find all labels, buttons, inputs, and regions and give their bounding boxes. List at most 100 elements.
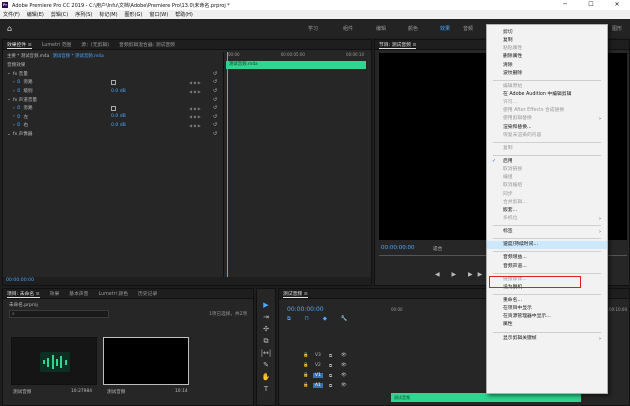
- context-menu-item[interactable]: 启用 ✓: [487, 158, 607, 166]
- track-lock-icon[interactable]: 🔒: [303, 373, 308, 378]
- home-icon[interactable]: ⌂: [7, 24, 12, 33]
- stopwatch-icon[interactable]: ⏱: [17, 105, 21, 111]
- project-search-input[interactable]: ⌕: [9, 310, 109, 318]
- workspace-color[interactable]: 颜色: [408, 25, 418, 32]
- tool-4-icon[interactable]: |↔|: [257, 349, 275, 361]
- timeline-track[interactable]: 🔒 V3 ⧉ 👁: [279, 353, 389, 363]
- program-timecode[interactable]: 00:00:00:00: [381, 245, 415, 251]
- tab-timeline-sequence[interactable]: 测试音频 ≡: [283, 290, 308, 298]
- expand-chevron-icon[interactable]: ›: [13, 89, 15, 94]
- context-menu-item[interactable]: 嵌套...: [487, 207, 607, 215]
- effect-row[interactable]: › ⏱ 旁路 ◀ ◆ ▶ ↺: [3, 104, 221, 113]
- project-item-sequence[interactable]: [103, 337, 189, 385]
- tab-source[interactable]: 源：(无剪辑): [81, 41, 109, 48]
- tab-program[interactable]: 节目: 测试音频 ≡: [379, 41, 417, 49]
- context-menu-item[interactable]: 在 Adobe Audition 中编辑剪辑: [487, 91, 607, 99]
- stopwatch-icon[interactable]: ⏱: [17, 122, 21, 128]
- menu-file[interactable]: 文件(F): [3, 11, 20, 18]
- context-menu-item[interactable]: 属性: [487, 321, 607, 329]
- tab-essential-sound[interactable]: 基本声音: [69, 290, 88, 297]
- reset-icon[interactable]: ↺: [213, 122, 217, 128]
- track-lock-icon[interactable]: 🔒: [303, 383, 308, 388]
- context-menu-item[interactable]: 渲染和替换...: [487, 124, 607, 132]
- effect-row[interactable]: › ⏱ 左 0.0 dB ◀ ◆ ▶ ↺: [3, 113, 221, 122]
- effect-controls-timecode[interactable]: 00:00:00:00: [3, 277, 371, 285]
- menu-window[interactable]: 窗口(W): [149, 11, 168, 18]
- timeline-toolbar-icons[interactable]: ⧉ ⊓ ◆ 🔧: [287, 316, 354, 323]
- track-name[interactable]: V1: [313, 373, 323, 378]
- tool-3-icon[interactable]: ⧉: [257, 337, 275, 349]
- workspace-graphics[interactable]: 图形: [612, 25, 622, 32]
- expand-chevron-icon[interactable]: ›: [13, 106, 15, 111]
- sequence-clip-label[interactable]: 测试音频 * 测试音频.m4a: [53, 53, 104, 59]
- track-eye-icon[interactable]: 👁: [341, 383, 347, 388]
- track-name[interactable]: V3: [313, 353, 323, 358]
- workspace-audio[interactable]: 音频: [463, 25, 473, 32]
- expand-chevron-icon[interactable]: ›: [13, 123, 15, 128]
- reset-icon[interactable]: ↺: [213, 79, 217, 85]
- bypass-checkbox[interactable]: [111, 105, 116, 111]
- context-menu-item[interactable]: 标签 ›: [487, 228, 607, 236]
- context-menu-item[interactable]: 显示剪辑关键帧 ›: [487, 335, 607, 343]
- menu-graphics[interactable]: 图形(G): [125, 11, 143, 18]
- context-menu-item[interactable]: 删除属性: [487, 53, 607, 61]
- effect-controls-timeline[interactable]: 00:00 00:00:05:00 00:00:10 测试音频.m4a: [223, 52, 368, 280]
- expand-chevron-icon[interactable]: ⌄: [7, 71, 11, 76]
- keyframe-nav-icon[interactable]: ◀ ◆ ▶: [189, 114, 201, 119]
- menu-edit[interactable]: 编辑(E): [27, 11, 44, 18]
- reset-icon[interactable]: ↺: [213, 105, 217, 111]
- stopwatch-icon[interactable]: ⏱: [17, 114, 21, 120]
- tab-project[interactable]: 项目: 未命名 ≡: [7, 290, 40, 298]
- keyframe-nav-icon[interactable]: ◀ ◆ ▶: [189, 80, 201, 85]
- tab-effects[interactable]: 效果: [50, 290, 60, 297]
- reset-icon[interactable]: ↺: [213, 114, 217, 120]
- context-menu-item[interactable]: 音频声道...: [487, 263, 607, 271]
- context-menu-item[interactable]: 波纹删除: [487, 70, 607, 78]
- minimize-button[interactable]: ─: [552, 0, 578, 10]
- menu-help[interactable]: 帮助(H): [175, 11, 193, 18]
- tab-effect-controls[interactable]: 效果控件 ≡: [7, 41, 32, 49]
- tool-0-icon[interactable]: ▶: [257, 301, 275, 313]
- keyframe-nav-icon[interactable]: ◀ ◆ ▶: [189, 106, 201, 111]
- context-menu-item[interactable]: 重命名...: [487, 297, 607, 305]
- track-sync-icon[interactable]: ⧉: [329, 353, 332, 359]
- reset-icon[interactable]: ↺: [213, 131, 217, 137]
- workspace-assembly[interactable]: 组件: [343, 25, 353, 32]
- timeline-audio-clip[interactable]: 测试音频: [391, 393, 581, 402]
- expand-chevron-icon[interactable]: ⌄: [7, 97, 11, 102]
- menu-markers[interactable]: 标记(M): [99, 11, 117, 18]
- effect-row[interactable]: › ⏱ 级别 0.0 dB ◀ ◆ ▶ ↺: [3, 87, 221, 96]
- effect-row[interactable]: › ⏱ 右 0.0 dB ◀ ◆ ▶ ↺: [3, 121, 221, 130]
- reset-icon[interactable]: ↺: [213, 88, 217, 94]
- tab-lumetri-color[interactable]: Lumetri 颜色: [98, 290, 128, 297]
- expand-chevron-icon[interactable]: ⌄: [7, 132, 11, 137]
- track-eye-icon[interactable]: 👁: [341, 353, 347, 358]
- effect-row[interactable]: ⌄ fx 声道音量 ↺: [3, 95, 221, 104]
- menu-sequence[interactable]: 序列(S): [75, 11, 92, 18]
- effect-row[interactable]: ⌄ fx 音量 ↺: [3, 70, 221, 79]
- timeline-track[interactable]: 🔒 A1 ⧉ 👁: [279, 383, 389, 393]
- timeline-timecode[interactable]: 00:00:00:00: [287, 306, 324, 313]
- context-menu-item[interactable]: 在资源管理器中显示...: [487, 313, 607, 321]
- context-menu-item[interactable]: 剪切: [487, 29, 607, 37]
- track-lock-icon[interactable]: 🔒: [303, 353, 308, 358]
- track-sync-icon[interactable]: ⧉: [329, 363, 332, 369]
- effect-row[interactable]: › ⏱ 旁路 ◀ ◆ ▶ ↺: [3, 78, 221, 87]
- track-eye-icon[interactable]: 👁: [341, 373, 347, 378]
- workspace-editing[interactable]: 编辑: [376, 25, 386, 32]
- reset-icon[interactable]: ↺: [213, 71, 217, 77]
- reset-icon[interactable]: ↺: [213, 97, 217, 103]
- bypass-checkbox[interactable]: [111, 79, 116, 85]
- track-sync-icon[interactable]: ⧉: [329, 373, 332, 379]
- menu-clip[interactable]: 剪辑(C): [51, 11, 68, 18]
- effect-playhead[interactable]: [227, 52, 228, 277]
- context-menu-item[interactable]: 在项目中显示: [487, 305, 607, 313]
- master-clip-label[interactable]: 主要 * 测试音频.m4a: [7, 53, 50, 59]
- keyframe-nav-icon[interactable]: ◀ ◆ ▶: [189, 123, 201, 128]
- workspace-effects[interactable]: 效果: [440, 25, 450, 32]
- context-menu-item[interactable]: 速度/持续时间...: [487, 241, 607, 250]
- tool-7-icon[interactable]: T: [257, 385, 275, 397]
- effect-row[interactable]: ⌄ fx 声像器 ↺: [3, 130, 221, 139]
- context-menu-item[interactable]: 复制: [487, 37, 607, 45]
- tool-2-icon[interactable]: ✣: [257, 325, 275, 337]
